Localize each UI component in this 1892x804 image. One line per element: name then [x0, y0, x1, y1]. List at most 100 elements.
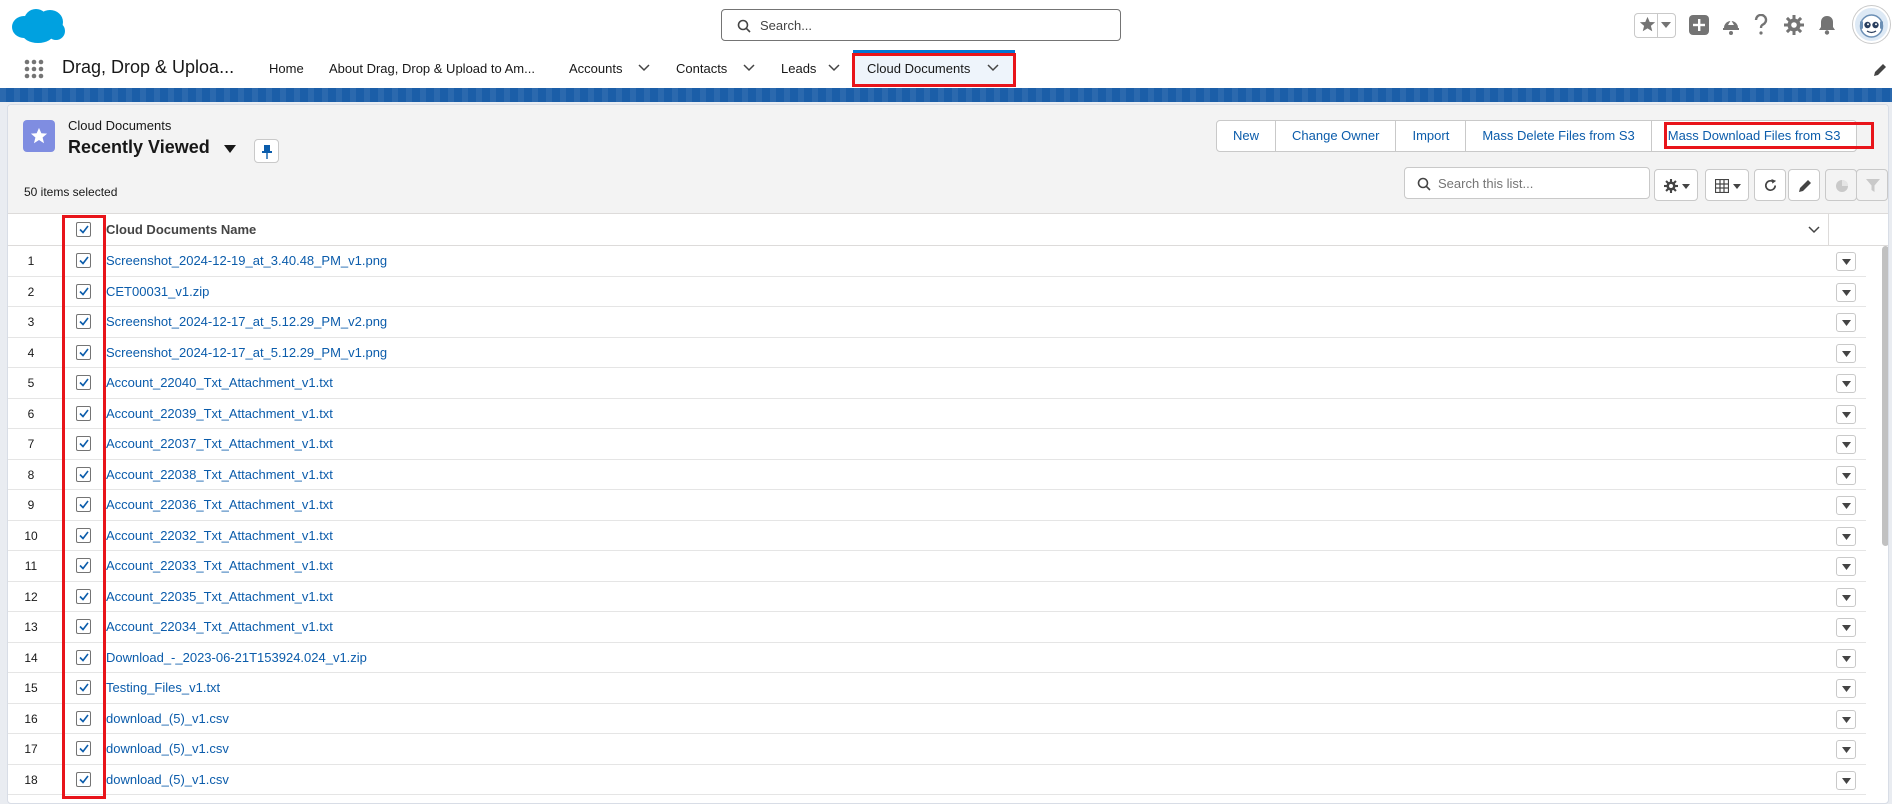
chevron-down-icon[interactable] — [638, 64, 650, 72]
table-row: 5 Account_22040_Txt_Attachment_v1.txt — [8, 368, 1866, 399]
row-actions-button[interactable] — [1836, 740, 1856, 759]
document-link[interactable]: Account_22037_Txt_Attachment_v1.txt — [106, 436, 333, 451]
row-actions-button[interactable] — [1836, 496, 1856, 515]
row-actions-button[interactable] — [1836, 282, 1856, 302]
document-link[interactable]: download_(5)_v1.csv — [106, 711, 229, 726]
scrollbar[interactable] — [1882, 246, 1888, 546]
salesforce-cloud-logo[interactable] — [8, 5, 68, 48]
document-link[interactable]: Account_22040_Txt_Attachment_v1.txt — [106, 375, 333, 390]
row-number: 8 — [27, 467, 35, 482]
chevron-down-icon[interactable] — [224, 145, 236, 153]
row-actions-button[interactable] — [1836, 526, 1856, 546]
row-number: 18 — [24, 772, 38, 787]
chevron-down-icon — [1842, 442, 1851, 448]
favorites-button-group[interactable] — [1634, 13, 1676, 38]
app-launcher-icon[interactable] — [24, 59, 44, 79]
chevron-down-icon[interactable] — [743, 64, 755, 72]
document-link[interactable]: download_(5)_v1.csv — [106, 741, 229, 756]
document-link[interactable]: Download_-_2023-06-21T153924.024_v1.zip — [106, 650, 367, 665]
row-number: 7 — [27, 437, 35, 451]
change-owner-button[interactable]: Change Owner — [1275, 120, 1397, 152]
document-link[interactable]: Screenshot_2024-12-17_at_5.12.29_PM_v1.p… — [106, 345, 387, 360]
row-number: 4 — [27, 345, 35, 360]
brand-band — [0, 88, 1892, 102]
settings-gear-icon — [1664, 179, 1678, 193]
document-link[interactable]: Testing_Files_v1.txt — [106, 680, 220, 695]
trailhead-icon[interactable] — [1720, 14, 1742, 36]
chevron-down-icon[interactable] — [828, 64, 840, 72]
highlight-mass-download — [1664, 122, 1874, 149]
document-link[interactable]: download_(5)_v1.csv — [106, 772, 229, 787]
list-settings-button[interactable] — [1654, 169, 1698, 201]
avatar[interactable] — [1853, 6, 1890, 43]
document-link[interactable]: Account_22034_Txt_Attachment_v1.txt — [106, 619, 333, 634]
highlight-tab — [852, 53, 1016, 87]
cloud-documents-object-icon — [23, 120, 55, 152]
table-row: 6 Account_22039_Txt_Attachment_v1.txt — [8, 399, 1866, 429]
notification-bell-icon[interactable] — [1817, 15, 1837, 35]
global-search-input[interactable]: Search... — [721, 9, 1121, 41]
selected-items-count: 50 items selected — [24, 185, 118, 199]
column-header-name[interactable]: Cloud Documents Name — [106, 214, 256, 246]
row-actions-button[interactable] — [1836, 557, 1856, 576]
pin-list-button[interactable] — [254, 139, 279, 163]
refresh-button[interactable] — [1754, 169, 1786, 201]
row-actions-button[interactable] — [1836, 252, 1856, 271]
charts-button[interactable] — [1825, 169, 1857, 201]
tab-contacts[interactable]: Contacts — [676, 50, 727, 88]
row-actions-button[interactable] — [1836, 374, 1856, 393]
row-actions-button[interactable] — [1836, 343, 1856, 363]
row-actions-button[interactable] — [1836, 465, 1856, 485]
document-link[interactable]: Account_22036_Txt_Attachment_v1.txt — [106, 497, 333, 512]
row-actions-button[interactable] — [1836, 404, 1856, 424]
list-search-field[interactable] — [1404, 167, 1650, 199]
row-number: 1 — [27, 254, 35, 268]
new-button[interactable]: New — [1216, 120, 1277, 152]
row-actions-button[interactable] — [1836, 770, 1856, 790]
object-label: Cloud Documents — [68, 118, 172, 133]
row-actions-button[interactable] — [1836, 313, 1856, 332]
import-button[interactable]: Import — [1395, 120, 1467, 152]
list-view-title[interactable]: Recently Viewed — [68, 137, 210, 158]
tab-leads[interactable]: Leads — [781, 50, 816, 88]
document-link[interactable]: Account_22032_Txt_Attachment_v1.txt — [106, 528, 333, 543]
document-link[interactable]: Account_22035_Txt_Attachment_v1.txt — [106, 589, 333, 604]
chevron-down-icon — [1842, 716, 1851, 723]
global-search-placeholder: Search... — [760, 18, 813, 33]
row-actions-button[interactable] — [1836, 587, 1856, 607]
document-link[interactable]: Account_22038_Txt_Attachment_v1.txt — [106, 467, 333, 482]
document-link[interactable]: CET00031_v1.zip — [106, 284, 209, 299]
row-actions-button[interactable] — [1836, 648, 1856, 668]
row-actions-button[interactable] — [1836, 679, 1856, 698]
tab-about[interactable]: About Drag, Drop & Upload to Am... — [329, 50, 535, 88]
tab-home[interactable]: Home — [269, 50, 304, 88]
chevron-down-icon[interactable] — [1661, 22, 1671, 28]
table-row: 16 download_(5)_v1.csv — [8, 704, 1866, 734]
row-actions-button[interactable] — [1836, 435, 1856, 454]
table-body: 1 Screenshot_2024-12-19_at_3.40.48_PM_v1… — [8, 246, 1866, 795]
document-link[interactable]: Screenshot_2024-12-19_at_3.40.48_PM_v1.p… — [106, 253, 387, 268]
list-search-input[interactable] — [1438, 174, 1638, 192]
add-icon[interactable] — [1689, 15, 1709, 35]
refresh-icon — [1764, 178, 1777, 192]
chevron-down-icon — [1842, 320, 1851, 326]
chevron-down-icon[interactable] — [1808, 226, 1820, 234]
app-name: Drag, Drop & Uploa... — [62, 57, 235, 77]
help-icon[interactable] — [1753, 14, 1769, 36]
setup-gear-icon[interactable] — [1784, 15, 1804, 35]
chevron-down-icon — [1842, 686, 1851, 692]
display-as-table-button[interactable] — [1705, 169, 1749, 201]
tab-accounts[interactable]: Accounts — [569, 50, 622, 88]
filter-button[interactable] — [1856, 169, 1888, 201]
document-link[interactable]: Screenshot_2024-12-17_at_5.12.29_PM_v2.p… — [106, 314, 387, 329]
star-icon[interactable] — [1639, 16, 1656, 33]
row-actions-button[interactable] — [1836, 709, 1856, 729]
row-number: 3 — [27, 315, 35, 329]
document-link[interactable]: Account_22033_Txt_Attachment_v1.txt — [106, 558, 333, 573]
document-link[interactable]: Account_22039_Txt_Attachment_v1.txt — [106, 406, 333, 421]
mass-delete-files-button[interactable]: Mass Delete Files from S3 — [1465, 120, 1652, 152]
row-actions-button[interactable] — [1836, 618, 1856, 637]
highlight-checkbox-column — [62, 215, 106, 799]
edit-pencil-icon[interactable] — [1873, 63, 1887, 77]
edit-list-button[interactable] — [1788, 169, 1820, 201]
